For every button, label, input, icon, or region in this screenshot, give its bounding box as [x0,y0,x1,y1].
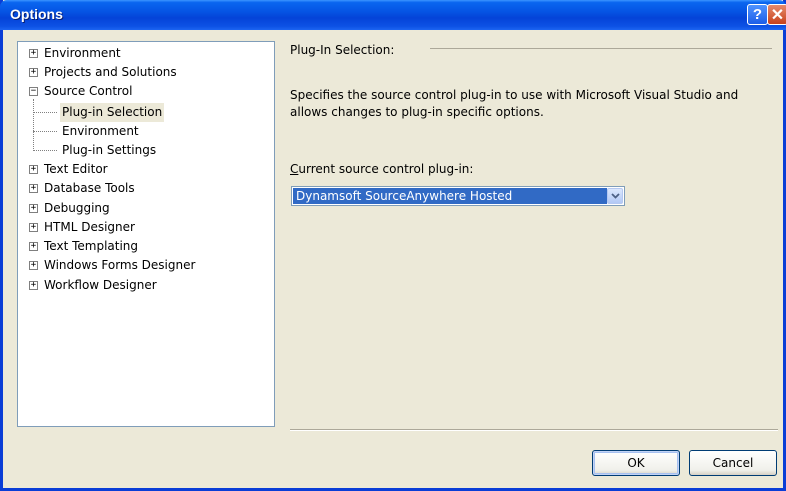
tree-item-label: Environment [44,46,121,60]
dropdown-selected-value: Dynamsoft SourceAnywhere Hosted [293,188,607,204]
options-tree[interactable]: + Environment + Projects and Solutions −… [17,41,275,427]
cancel-button[interactable]: Cancel [689,450,777,476]
expand-icon[interactable]: + [29,68,38,77]
help-button[interactable]: ? [747,4,768,25]
plugin-combo-label: Current source control plug-in: [290,162,473,176]
expand-icon[interactable]: + [29,223,38,232]
dropdown-arrow-button[interactable] [607,188,623,204]
expand-icon[interactable]: + [29,204,38,213]
expand-icon[interactable]: + [29,261,38,270]
tree-connector [33,99,34,151]
collapse-icon[interactable]: − [29,87,38,96]
expand-icon[interactable]: + [29,184,38,193]
expand-icon[interactable]: + [29,242,38,251]
source-control-plugin-dropdown[interactable]: Dynamsoft SourceAnywhere Hosted [291,186,625,206]
tree-item-label: Workflow Designer [44,278,157,292]
expand-icon[interactable]: + [29,281,38,290]
help-icon: ? [752,6,763,23]
title-bar[interactable]: Options ? ✕ [0,0,786,30]
tree-item-label: Text Templating [44,239,139,253]
tree-connector [33,131,57,132]
tree-item-label: Plug-in Selection [60,103,165,122]
tree-item-label: Environment [62,124,139,138]
tree-item-label: Projects and Solutions [44,65,177,79]
tree-connector [33,150,57,151]
section-title: Plug-In Selection: [290,43,395,57]
tree-connector [33,112,57,113]
close-icon: ✕ [770,6,785,24]
tree-item-label: Plug-in Settings [62,143,157,157]
close-button[interactable]: ✕ [767,4,786,25]
section-description: Specifies the source control plug-in to … [290,88,739,119]
tree-item-label: Text Editor [44,162,108,176]
expand-icon[interactable]: + [29,165,38,174]
tree-item-label: Source Control [44,84,133,98]
ok-button[interactable]: OK [592,450,680,476]
chevron-down-icon [610,193,620,199]
bottom-divider [290,429,778,431]
window-title: Options [10,6,63,22]
tree-item-label: Database Tools [44,181,135,195]
expand-icon[interactable]: + [29,49,38,58]
tree-item-label: Debugging [44,201,110,215]
section-divider [430,48,772,49]
tree-item-label: Windows Forms Designer [44,258,196,272]
tree-item-label: HTML Designer [44,220,135,234]
combo-label-text: urrent source control plug-in: [298,162,474,176]
